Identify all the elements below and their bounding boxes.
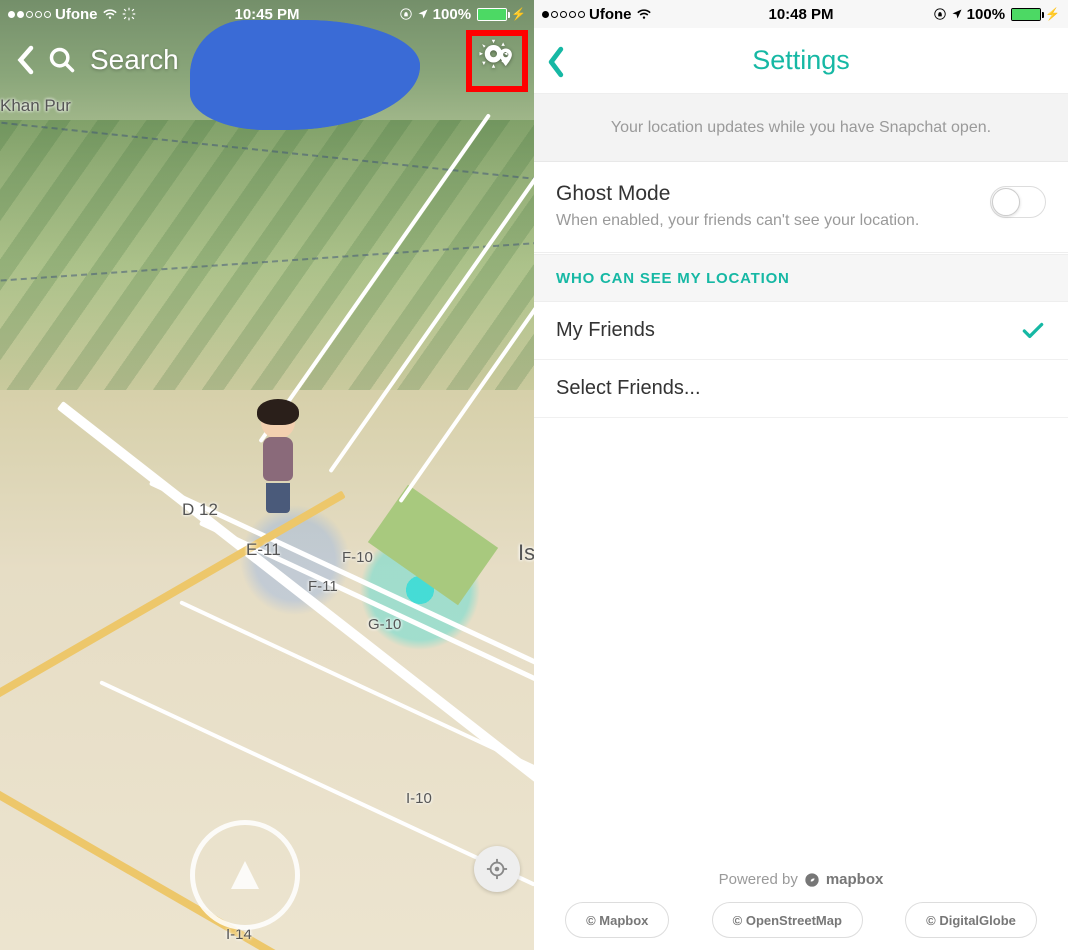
user-bitmoji[interactable] [248,405,308,515]
map-nav-bar: Search [0,30,534,90]
location-arrow-icon [417,8,429,20]
settings-screen: Ufone 10:48 PM 100% ⚡ Settings Your loca… [534,0,1068,950]
map-label-city: Is [518,540,534,566]
ghost-mode-row: Ghost Mode When enabled, your friends ca… [534,162,1068,253]
wifi-icon [636,8,652,20]
attrib-label: © DigitalGlobe [926,913,1016,928]
wifi-icon [102,8,118,20]
map-label-f11: F-11 [308,578,338,595]
battery-pct-label: 100% [967,6,1005,23]
map-label-d12: D 12 [182,500,218,520]
section-header-label: WHO CAN SEE MY LOCATION [556,270,790,287]
map-label-f10: F-10 [342,549,373,566]
battery-icon [477,8,507,21]
charging-icon: ⚡ [511,7,526,21]
road [99,680,534,886]
carrier-label: Ufone [589,6,632,23]
location-arrow-icon [951,8,963,20]
orientation-lock-icon [933,7,947,21]
option-label: My Friends [556,319,655,342]
snap-map-screen: Khan Pur D 12 E-11 F-10 F-11 G-10 I-10 I… [0,0,534,950]
map-label-g10: G-10 [368,616,401,633]
charging-icon: ⚡ [1045,7,1060,21]
search-icon[interactable] [48,46,76,74]
attrib-osm[interactable]: © OpenStreetMap [712,902,863,938]
signal-strength-icon [8,11,51,18]
page-title: Settings [752,45,850,76]
map-label-e11: E-11 [246,540,281,560]
option-my-friends[interactable]: My Friends [534,302,1068,360]
powered-by: Powered by mapbox [534,871,1068,888]
attrib-digitalglobe[interactable]: © DigitalGlobe [905,902,1037,938]
attribution-row: © Mapbox © OpenStreetMap © DigitalGlobe [534,898,1068,942]
location-visibility-header: WHO CAN SEE MY LOCATION [534,254,1068,302]
powered-brand: mapbox [826,871,884,888]
map-label-khanpur: Khan Pur [0,96,71,116]
attrib-label: © OpenStreetMap [733,913,842,928]
search-input[interactable]: Search [90,44,179,76]
status-bar: Ufone 10:48 PM 100% ⚡ [534,0,1068,28]
toggle-knob [992,188,1020,216]
attrib-mapbox[interactable]: © Mapbox [565,902,669,938]
ghost-mode-title: Ghost Mode [556,182,1046,206]
info-text: Your location updates while you have Sna… [611,119,991,137]
signal-strength-icon [542,11,585,18]
mapbox-logo-icon [804,872,820,888]
locate-me-button[interactable] [474,846,520,892]
battery-pct-label: 100% [433,6,471,23]
highlight-box [466,30,528,92]
map-label-i10: I-10 [406,790,432,807]
ghost-mode-subtitle: When enabled, your friends can't see you… [556,212,1046,230]
option-label: Select Friends... [556,377,701,400]
compass-needle-icon [231,861,259,889]
settings-nav-bar: Settings [534,28,1068,94]
park-area [368,485,498,605]
clock-label: 10:48 PM [768,6,833,23]
compass-button[interactable] [190,820,300,930]
carrier-label: Ufone [55,6,98,23]
back-chevron-icon[interactable] [16,45,34,75]
highway [0,491,346,708]
status-bar: Ufone 10:45 PM 100% ⚡ [0,0,534,28]
checkmark-icon [1020,318,1046,344]
battery-icon [1011,8,1041,21]
attrib-label: © Mapbox [586,913,648,928]
orientation-lock-icon [399,7,413,21]
info-banner: Your location updates while you have Sna… [534,94,1068,162]
powered-prefix: Powered by [719,871,798,888]
ghost-mode-toggle[interactable] [990,186,1046,218]
crosshair-icon [486,858,508,880]
back-button[interactable] [546,46,566,78]
clock-label: 10:45 PM [234,6,299,23]
option-select-friends[interactable]: Select Friends... [534,360,1068,418]
loading-icon [122,7,136,21]
